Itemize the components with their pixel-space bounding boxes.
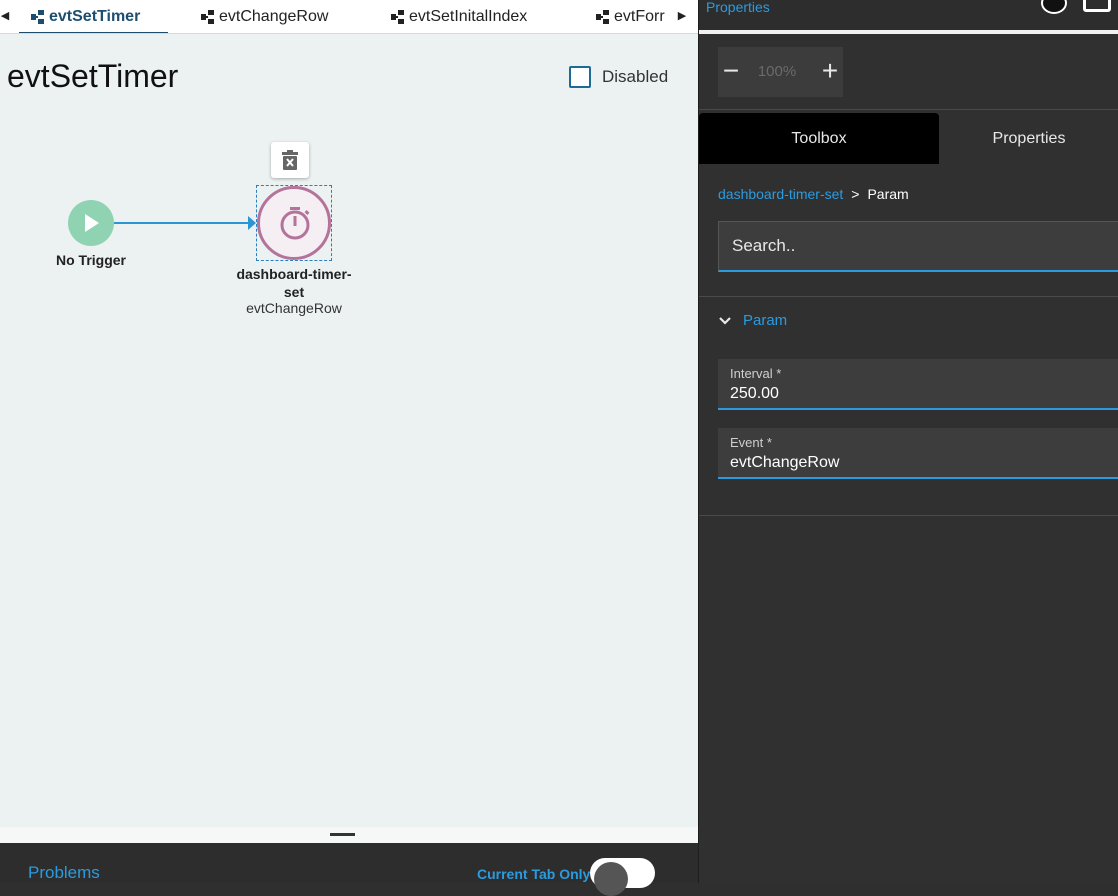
interval-field[interactable]: Interval * 250.00 <box>718 359 1118 410</box>
flow-icon <box>391 10 404 24</box>
tab-scroll-right-icon[interactable]: ▶ <box>677 9 687 23</box>
tab-label: evtSetInitalIndex <box>409 8 528 25</box>
right-header-title[interactable]: Properties <box>706 0 770 15</box>
tab-evtsettimer[interactable]: evtSetTimer <box>18 0 169 33</box>
field-value[interactable]: 250.00 <box>730 385 779 403</box>
screen-icon[interactable] <box>1083 0 1111 12</box>
param-section-header[interactable]: Param <box>718 312 787 329</box>
splitter-handle[interactable] <box>330 833 355 836</box>
tab-evtforr[interactable]: evtForr <box>596 0 668 33</box>
field-label: Interval * <box>730 366 782 381</box>
flow-icon <box>201 10 214 24</box>
zoom-level: 100% <box>757 63 797 80</box>
tab-properties[interactable]: Properties <box>939 113 1118 164</box>
panel-splitter[interactable] <box>0 827 698 843</box>
tab-scroll-left-icon[interactable]: ◀ <box>0 9 10 23</box>
tab-evtsetinitalindex[interactable]: evtSetInitalIndex <box>391 0 528 33</box>
tab-label: evtForr <box>614 8 665 25</box>
breadcrumb-link[interactable]: dashboard-timer-set <box>718 186 843 202</box>
connector-arrow <box>248 216 256 230</box>
right-header: Properties <box>699 0 1118 30</box>
trigger-node[interactable] <box>68 200 114 246</box>
tab-label: evtChangeRow <box>219 8 329 25</box>
divider <box>699 296 1118 297</box>
flow-icon <box>596 10 609 24</box>
disabled-label: Disabled <box>602 67 669 86</box>
page-title: evtSetTimer <box>7 58 179 94</box>
disabled-checkbox[interactable]: Disabled <box>569 66 668 88</box>
play-icon <box>85 214 99 232</box>
tab-label: evtSetTimer <box>49 8 141 25</box>
divider <box>699 515 1118 516</box>
node-sublabel: evtChangeRow <box>246 300 342 316</box>
zoom-in-button[interactable]: + <box>817 47 843 97</box>
chevron-down-icon <box>719 316 731 325</box>
current-tab-only-label: Current Tab Only <box>477 866 591 882</box>
stopwatch-icon <box>280 207 310 240</box>
tab-evtchangerow[interactable]: evtChangeRow <box>201 0 329 33</box>
flow-editor-pane: ◀ evtSetTimer evtChangeRow evtSetInitalI… <box>0 0 698 896</box>
current-tab-only-toggle[interactable] <box>590 858 655 896</box>
connector-line <box>114 222 254 224</box>
breadcrumb-separator: > <box>851 186 860 202</box>
divider <box>699 109 1118 110</box>
problems-tab[interactable]: Problems <box>28 863 100 883</box>
tab-toolbox[interactable]: Toolbox <box>699 113 939 164</box>
flow-tab-bar: ◀ evtSetTimer evtChangeRow evtSetInitalI… <box>0 0 698 34</box>
zoom-out-button[interactable]: − <box>718 47 744 97</box>
divider <box>699 30 1118 34</box>
field-label: Event * <box>730 435 772 450</box>
search-input[interactable] <box>718 221 1118 272</box>
trigger-label: No Trigger <box>55 252 126 268</box>
delete-node-button[interactable] <box>271 142 309 178</box>
toggle-knob[interactable] <box>594 862 628 896</box>
checkbox-box[interactable] <box>569 66 591 88</box>
user-icon[interactable] <box>1041 0 1067 14</box>
section-label: Param <box>743 312 788 329</box>
event-field[interactable]: Event * evtChangeRow <box>718 428 1118 479</box>
breadcrumb-current: Param <box>867 186 909 202</box>
zoom-control: − 100% + <box>718 47 843 97</box>
node-label: dashboard-timer-set <box>236 266 352 300</box>
properties-pane: Properties − 100% + Toolbox Properties d… <box>698 0 1118 883</box>
flow-icon <box>31 10 44 24</box>
field-value[interactable]: evtChangeRow <box>730 454 839 472</box>
trash-icon <box>282 150 298 170</box>
timer-node[interactable] <box>257 186 331 260</box>
breadcrumb: dashboard-timer-set > Param <box>718 186 909 202</box>
problems-panel-header: Problems Current Tab Only <box>0 843 698 896</box>
